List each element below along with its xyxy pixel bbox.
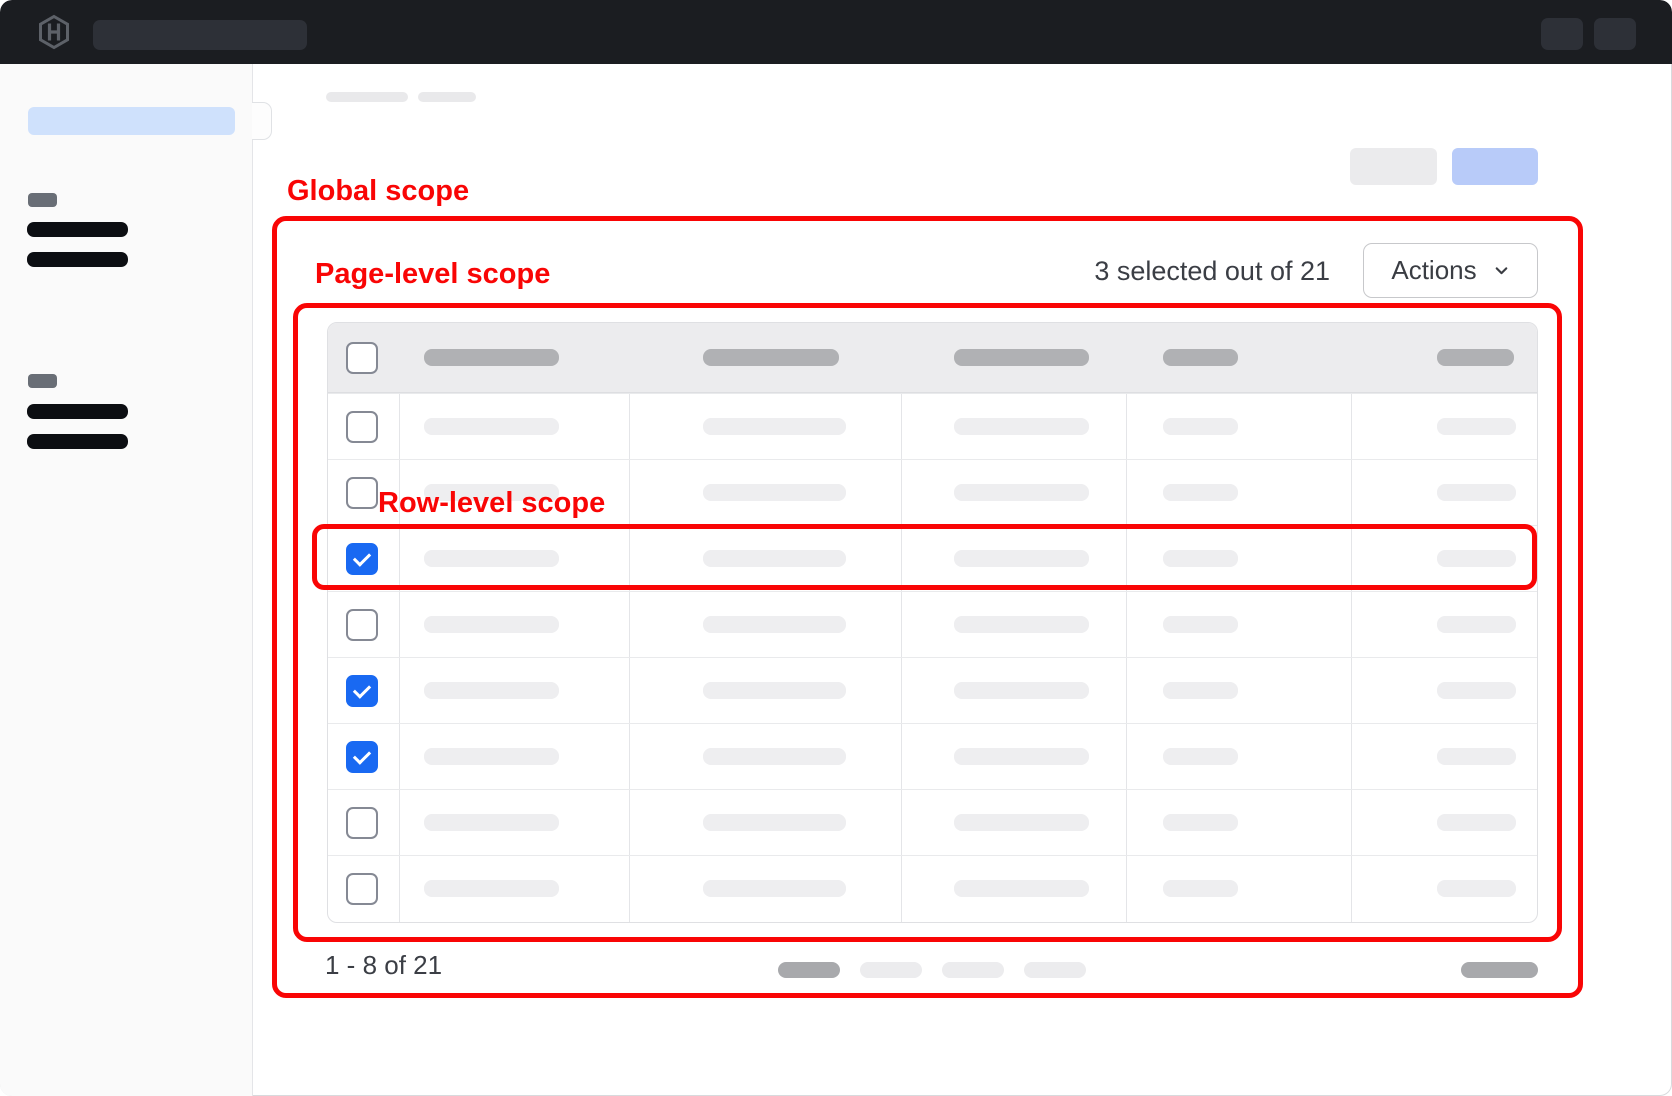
cell-skeleton <box>1163 418 1238 435</box>
row-checkbox-checked[interactable] <box>346 675 378 707</box>
cell-skeleton <box>703 880 846 897</box>
chevron-down-icon <box>1493 262 1510 279</box>
cell-skeleton <box>954 616 1089 633</box>
cell-skeleton <box>1163 880 1238 897</box>
cell-skeleton <box>954 880 1089 897</box>
secondary-button-skeleton[interactable] <box>1350 148 1437 185</box>
cell-skeleton <box>703 814 846 831</box>
cell-skeleton <box>1437 550 1516 567</box>
cell-skeleton <box>1437 616 1516 633</box>
column-header-skeleton <box>1163 349 1238 366</box>
cell-skeleton <box>703 418 846 435</box>
row-checkbox-unchecked[interactable] <box>346 873 378 905</box>
column-header-skeleton <box>954 349 1089 366</box>
topbar-button-skeleton[interactable] <box>1594 18 1636 50</box>
pagination-page-skeleton[interactable] <box>1024 962 1086 978</box>
cell-skeleton <box>1437 748 1516 765</box>
table-row <box>328 723 1537 789</box>
row-checkbox-unchecked[interactable] <box>346 477 378 509</box>
cell-skeleton <box>703 484 846 501</box>
cell-skeleton <box>1163 550 1238 567</box>
row-checkbox-unchecked[interactable] <box>346 411 378 443</box>
cell-skeleton <box>1163 484 1238 501</box>
cell-skeleton <box>1437 682 1516 699</box>
sidebar-link-skeleton[interactable] <box>27 434 128 449</box>
table-row <box>328 855 1537 921</box>
cell-skeleton <box>424 616 559 633</box>
pagination-next-skeleton[interactable] <box>1461 962 1538 978</box>
pagination-page-skeleton[interactable] <box>860 962 922 978</box>
sidebar-active-item-skeleton[interactable] <box>28 107 235 135</box>
actions-button[interactable]: Actions <box>1363 243 1538 298</box>
sidebar-link-skeleton[interactable] <box>27 222 128 237</box>
table-row <box>328 789 1537 855</box>
cell-skeleton <box>954 484 1089 501</box>
pagination-page-skeleton[interactable] <box>942 962 1004 978</box>
cell-skeleton <box>424 682 559 699</box>
app-window: Global scope Page-level scope Row-level … <box>0 0 1672 1096</box>
search-input-skeleton[interactable] <box>93 20 307 50</box>
cell-skeleton <box>1437 814 1516 831</box>
cell-skeleton <box>703 550 846 567</box>
column-header-skeleton <box>1437 349 1514 366</box>
cell-skeleton <box>954 682 1089 699</box>
annotation-page-scope-label: Page-level scope <box>315 259 550 289</box>
cell-skeleton <box>424 814 559 831</box>
annotation-row-scope-label: Row-level scope <box>378 488 605 518</box>
cell-skeleton <box>703 748 846 765</box>
table-row <box>328 393 1537 459</box>
actions-button-label: Actions <box>1391 255 1476 286</box>
breadcrumb-segment-skeleton[interactable] <box>418 92 476 102</box>
cell-skeleton <box>703 616 846 633</box>
cell-skeleton <box>1163 814 1238 831</box>
cell-skeleton <box>1163 682 1238 699</box>
pagination-page-current-skeleton[interactable] <box>778 962 840 978</box>
topbar <box>0 0 1672 64</box>
cell-skeleton <box>424 748 559 765</box>
hashicorp-logo-icon <box>36 14 72 50</box>
cell-skeleton <box>1437 880 1516 897</box>
row-checkbox-unchecked[interactable] <box>346 807 378 839</box>
row-checkbox-unchecked[interactable] <box>346 609 378 641</box>
cell-skeleton <box>1163 748 1238 765</box>
cell-skeleton <box>1437 418 1516 435</box>
cell-skeleton <box>1437 484 1516 501</box>
cell-skeleton <box>424 550 559 567</box>
sidebar-link-skeleton[interactable] <box>27 252 128 267</box>
cell-skeleton <box>424 880 559 897</box>
select-all-checkbox[interactable] <box>346 342 378 374</box>
sidebar-collapse-handle[interactable] <box>252 102 272 140</box>
sidebar-section-label-skeleton <box>28 374 57 388</box>
sidebar-section-label-skeleton <box>28 193 57 207</box>
primary-button-skeleton[interactable] <box>1452 148 1538 185</box>
cell-skeleton <box>954 814 1089 831</box>
table-row <box>328 657 1537 723</box>
data-table <box>327 322 1538 923</box>
annotation-global-scope-label: Global scope <box>287 176 469 206</box>
table-header-row <box>328 323 1537 393</box>
column-header-skeleton <box>424 349 559 366</box>
cell-skeleton <box>703 682 846 699</box>
table-row <box>328 525 1537 591</box>
topbar-button-skeleton[interactable] <box>1541 18 1583 50</box>
pagination-range-text: 1 - 8 of 21 <box>325 950 442 981</box>
cell-skeleton <box>954 418 1089 435</box>
sidebar-link-skeleton[interactable] <box>27 404 128 419</box>
cell-skeleton <box>424 418 559 435</box>
breadcrumb-segment-skeleton[interactable] <box>326 92 408 102</box>
cell-skeleton <box>954 748 1089 765</box>
selection-status-text: 3 selected out of 21 <box>1020 256 1330 287</box>
cell-skeleton <box>1163 616 1238 633</box>
row-checkbox-checked[interactable] <box>346 543 378 575</box>
column-header-skeleton <box>703 349 839 366</box>
row-checkbox-checked[interactable] <box>346 741 378 773</box>
table-row <box>328 591 1537 657</box>
sidebar <box>0 64 253 1096</box>
cell-skeleton <box>954 550 1089 567</box>
